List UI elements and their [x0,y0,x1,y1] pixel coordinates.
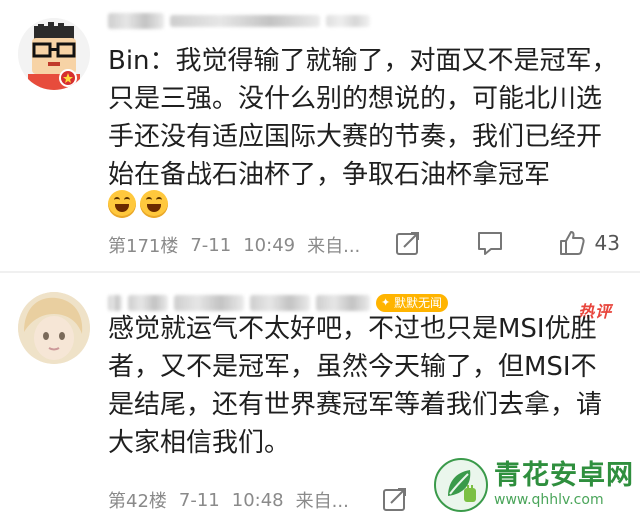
comment-text: 感觉就运气不太好吧，不过也只是MSI优胜者，又不是冠军，虽然今天输了，但MSI不… [108,314,603,458]
comment-actions [380,484,410,514]
avatar[interactable] [18,292,90,364]
grin-emoji [140,190,168,218]
floor-number: 第42楼 [108,491,167,512]
comment-date: 7-11 [178,489,220,511]
site-watermark: 青花安卓网 www.qhhlv.com [434,454,634,516]
like-count: 43 [594,231,620,255]
comment-time: 10:48 [231,489,284,511]
comment-meta: 第42楼 7-11 10:48 来自... [108,487,349,513]
grin-emoji [108,190,136,218]
comment-text: Bin：我觉得输了就输了，对面又不是冠军，只是三强。没什么别的想说的，可能北川选… [108,46,618,190]
watermark-title: 青花安卓网 [494,460,634,491]
repost-icon[interactable] [393,228,423,258]
watermark-url: www.qhhlv.com [494,492,604,508]
emoji-row [108,190,168,218]
comment-item: Bin：我觉得输了就输了，对面又不是冠军，只是三强。没什么别的想说的，可能北川选… [0,0,640,272]
username-blurred[interactable] [108,10,370,32]
comment-icon[interactable] [475,228,505,258]
repost-icon[interactable] [380,484,410,514]
comment-time: 10:49 [243,234,296,256]
watermark-logo-icon [434,458,488,512]
floor-number: 第171楼 [108,236,179,257]
like-icon[interactable] [557,228,587,258]
comment-meta: 第171楼 7-11 10:49 来自... [108,232,360,258]
avatar[interactable] [18,18,90,90]
comment-date: 7-11 [190,234,232,256]
comment-actions: 43 [393,228,620,258]
comment-source: 来自... [295,491,349,512]
comment-source: 来自... [307,236,361,257]
